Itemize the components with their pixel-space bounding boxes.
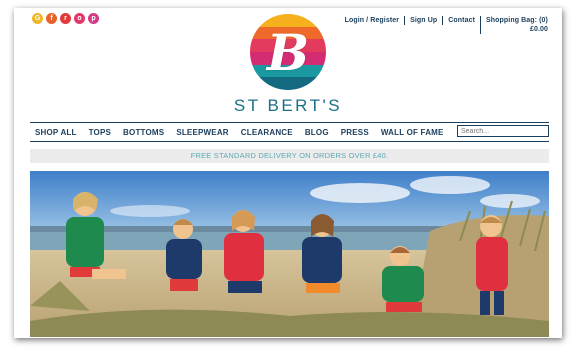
nav-bottoms[interactable]: BOTTOMS bbox=[123, 128, 164, 137]
shopping-bag-total: £0.00 bbox=[529, 26, 548, 33]
main-nav: SHOP ALL TOPS BOTTOMS SLEEPWEAR CLEARANC… bbox=[30, 122, 549, 142]
nav-sleepwear[interactable]: SLEEPWEAR bbox=[176, 128, 228, 137]
hero-image[interactable] bbox=[30, 171, 549, 337]
nav-wall-of-fame[interactable]: WALL OF FAME bbox=[381, 128, 444, 137]
shopping-bag-count: Shopping Bag: (0) bbox=[486, 17, 548, 24]
search-input[interactable] bbox=[457, 125, 549, 137]
google-plus-icon[interactable]: G bbox=[32, 13, 43, 24]
page-frame: G f r o p Login / Register Sign Up Conta… bbox=[14, 8, 562, 338]
hero-photo bbox=[30, 171, 549, 337]
rss-icon[interactable]: r bbox=[60, 13, 71, 24]
account-links: Login / Register Sign Up Contact Shoppin… bbox=[340, 16, 548, 34]
brand-logo[interactable]: B bbox=[250, 14, 326, 90]
brand-name: ST BERT'S bbox=[233, 96, 343, 115]
nav-press[interactable]: PRESS bbox=[341, 128, 369, 137]
nav-clearance[interactable]: CLEARANCE bbox=[241, 128, 293, 137]
nav-shop-all[interactable]: SHOP ALL bbox=[35, 128, 77, 137]
sign-up-link[interactable]: Sign Up bbox=[404, 16, 442, 25]
shopping-bag-link[interactable]: Shopping Bag: (0) £0.00 bbox=[480, 16, 548, 34]
logo-monogram: B bbox=[266, 22, 310, 82]
contact-link[interactable]: Contact bbox=[442, 16, 480, 25]
facebook-icon[interactable]: f bbox=[46, 13, 57, 24]
social-links: G f r o p bbox=[32, 13, 99, 24]
delivery-banner: FREE STANDARD DELIVERY ON ORDERS OVER £4… bbox=[30, 149, 549, 163]
pinterest-icon[interactable]: p bbox=[88, 13, 99, 24]
instagram-icon[interactable]: o bbox=[74, 13, 85, 24]
login-register-link[interactable]: Login / Register bbox=[340, 16, 405, 25]
nav-tops[interactable]: TOPS bbox=[89, 128, 111, 137]
nav-blog[interactable]: BLOG bbox=[305, 128, 329, 137]
